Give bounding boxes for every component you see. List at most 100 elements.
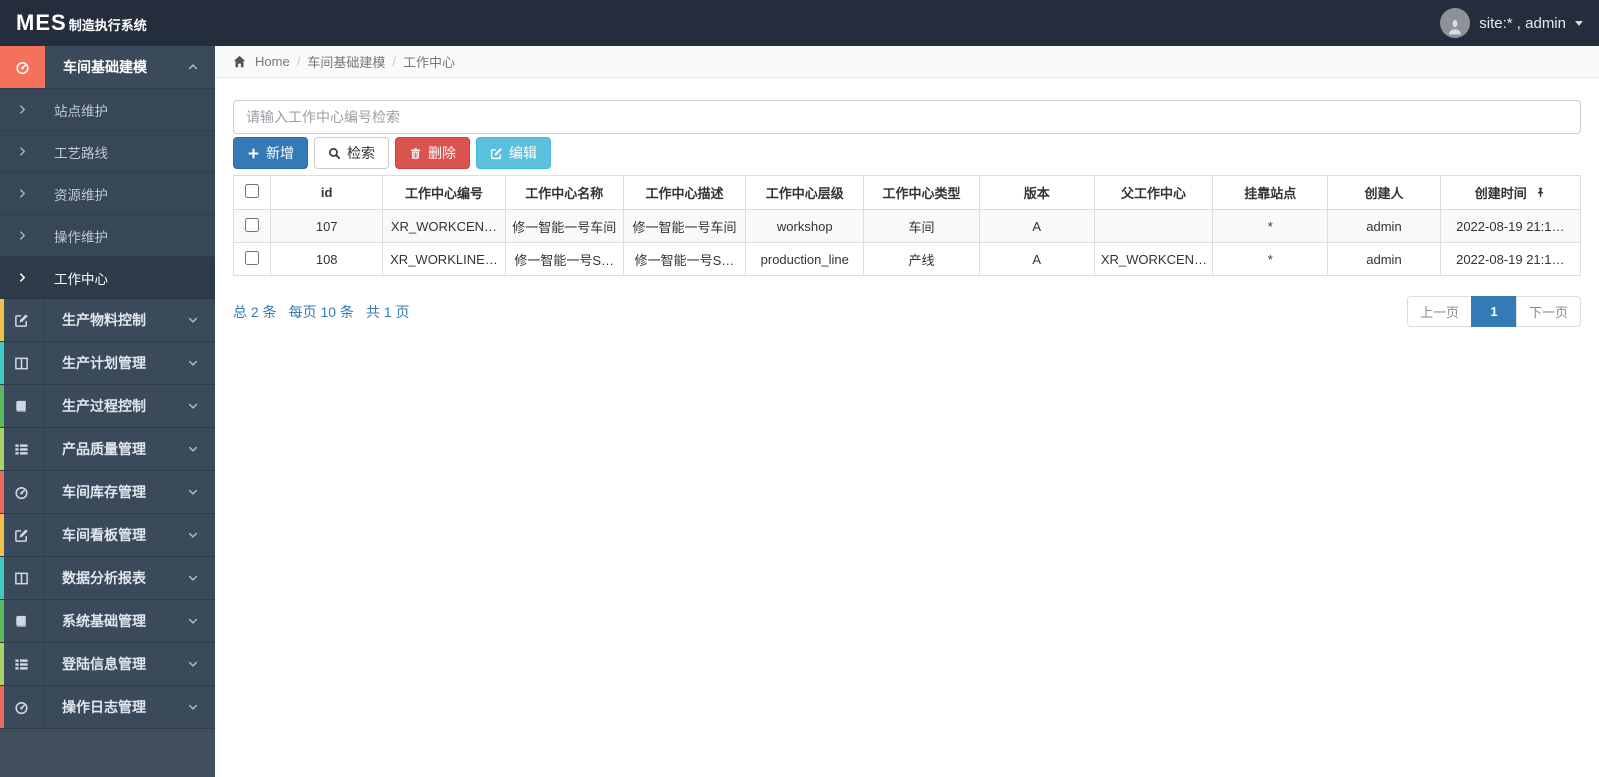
pencil-square-icon (0, 514, 44, 556)
sidebar-group-product-quality[interactable]: 产品质量管理 (0, 428, 215, 471)
sidebar-group-label: 生产计划管理 (62, 355, 146, 371)
group-accent-strip (0, 428, 4, 470)
breadcrumb-section[interactable]: 车间基础建模 (307, 52, 385, 71)
user-label: site:* , admin (1479, 14, 1566, 32)
user-menu[interactable]: site:* , admin (1440, 8, 1583, 38)
breadcrumb-separator: / (296, 54, 301, 69)
column-header-type[interactable]: 工作中心类型 (863, 175, 980, 210)
table-row[interactable]: 108 XR_WORKLINE… 修一智能一号S… 修一智能一号S… produ… (232, 242, 1582, 276)
brand-subtitle-text: 制造执行系统 (68, 18, 147, 33)
trash-icon (410, 147, 421, 159)
home-icon (233, 55, 246, 68)
column-header-level[interactable]: 工作中心层级 (745, 175, 865, 210)
add-button[interactable]: 新增 (233, 137, 308, 169)
main-content: Home / 车间基础建模 / 工作中心 新增 检索 删除 编辑 (215, 46, 1599, 777)
breadcrumb-separator: / (392, 54, 396, 69)
column-header-desc[interactable]: 工作中心描述 (622, 175, 747, 210)
sidebar-item-station-maintenance[interactable]: 站点维护 (0, 89, 215, 131)
column-header-station[interactable]: 挂靠站点 (1212, 175, 1329, 210)
table-header-row: id 工作中心编号 工作中心名称 工作中心描述 工作中心层级 工作中心类型 版本… (232, 175, 1582, 210)
breadcrumb-home[interactable]: Home (255, 54, 290, 69)
sidebar-group-production-plan[interactable]: 生产计划管理 (0, 342, 215, 385)
caret-down-icon (1575, 20, 1583, 26)
row-checkbox[interactable] (245, 250, 260, 265)
group-accent-strip (0, 471, 4, 513)
cell-desc: 修一智能一号S… (622, 242, 747, 276)
sidebar-group-workshop-inventory[interactable]: 车间库存管理 (0, 471, 215, 514)
add-button-label: 新增 (266, 145, 294, 161)
prev-page-button[interactable]: 上一页 (1406, 296, 1472, 327)
chevron-down-icon (188, 618, 198, 624)
cell-station: * (1212, 209, 1329, 243)
cell-parent: XR_WORKCEN… (1093, 242, 1214, 276)
sidebar-group-label: 车间看板管理 (62, 527, 146, 543)
sidebar-item-label: 工艺路线 (54, 145, 108, 161)
sidebar-item-label: 站点维护 (54, 103, 108, 119)
sidebar-item-resource-maintenance[interactable]: 资源维护 (0, 173, 215, 215)
cell-level: workshop (745, 209, 865, 243)
sidebar-group-label: 数据分析报表 (62, 570, 146, 586)
page-number-button[interactable]: 1 (1470, 296, 1517, 327)
column-header-version[interactable]: 版本 (978, 175, 1095, 210)
cell-desc: 修一智能一号车间 (622, 209, 747, 243)
columns-icon (0, 342, 44, 384)
sidebar-nav: 车间基础建模 站点维护 工艺路线 资源维护 操作维护 工作中心 生产物料控制 生… (0, 46, 215, 777)
column-header-created[interactable]: 创建时间 (1439, 175, 1582, 210)
column-header-creator[interactable]: 创建人 (1327, 175, 1441, 210)
sidebar-group-workshop-modeling[interactable]: 车间基础建模 (0, 46, 215, 89)
cell-type: 车间 (863, 209, 980, 243)
chevron-down-icon (188, 489, 198, 495)
group-accent-strip (0, 557, 4, 599)
sidebar-group-label: 车间库存管理 (62, 484, 146, 500)
sidebar-group-operation-log[interactable]: 操作日志管理 (0, 686, 215, 729)
sidebar-group-system-basic[interactable]: 系统基础管理 (0, 600, 215, 643)
cell-name: 修一智能一号S… (504, 242, 624, 276)
next-page-button[interactable]: 下一页 (1515, 296, 1581, 327)
total-count-label: 总 2 条 (233, 303, 277, 320)
sidebar-item-operation-maintenance[interactable]: 操作维护 (0, 215, 215, 257)
group-accent-strip (0, 342, 4, 384)
group-accent-strip (0, 514, 4, 556)
chevron-down-icon (188, 704, 198, 710)
sidebar-group-login-info[interactable]: 登陆信息管理 (0, 643, 215, 686)
book-icon (0, 600, 44, 642)
pagination-summary: 总 2 条 每页 10 条 共 1 页 (233, 302, 410, 322)
cell-level: production_line (745, 242, 865, 276)
sidebar-item-work-center[interactable]: 工作中心 (0, 257, 215, 299)
chevron-right-icon (0, 272, 44, 283)
per-page-label: 每页 10 条 (288, 303, 354, 320)
chevron-right-icon (0, 146, 44, 157)
cell-type: 产线 (863, 242, 980, 276)
sidebar-group-workshop-kanban[interactable]: 车间看板管理 (0, 514, 215, 557)
chevron-down-icon (188, 446, 198, 452)
select-all-checkbox[interactable] (245, 184, 260, 198)
sidebar-item-label: 资源维护 (54, 187, 108, 203)
cell-version: A (978, 209, 1095, 243)
list-icon (0, 428, 44, 470)
sidebar-group-data-analysis[interactable]: 数据分析报表 (0, 557, 215, 600)
column-header-parent[interactable]: 父工作中心 (1093, 175, 1214, 210)
query-button[interactable]: 检索 (314, 137, 389, 169)
select-all-cell (232, 175, 272, 210)
row-checkbox[interactable] (245, 217, 260, 232)
search-icon (328, 147, 341, 160)
column-header-name[interactable]: 工作中心名称 (504, 175, 624, 210)
cell-created: 2022-08-19 21:1… (1439, 209, 1582, 243)
sidebar-group-production-material[interactable]: 生产物料控制 (0, 299, 215, 342)
work-center-search-input[interactable] (233, 100, 1581, 134)
column-header-id[interactable]: id (270, 175, 384, 210)
table-row[interactable]: 107 XR_WORKCEN… 修一智能一号车间 修一智能一号车间 worksh… (232, 209, 1582, 243)
breadcrumb: Home / 车间基础建模 / 工作中心 (215, 46, 1599, 78)
column-header-code[interactable]: 工作中心编号 (382, 175, 506, 210)
delete-button[interactable]: 删除 (395, 137, 470, 169)
pencil-square-icon (0, 299, 44, 341)
chevron-down-icon (188, 661, 198, 667)
pin-icon[interactable] (1535, 187, 1546, 198)
toolbar: 新增 检索 删除 编辑 (233, 137, 1581, 169)
chevron-down-icon (188, 532, 198, 538)
sidebar-item-process-route[interactable]: 工艺路线 (0, 131, 215, 173)
sidebar-group-production-process[interactable]: 生产过程控制 (0, 385, 215, 428)
dashboard-icon (0, 46, 45, 88)
edit-button[interactable]: 编辑 (476, 137, 551, 169)
plus-icon (248, 148, 259, 158)
